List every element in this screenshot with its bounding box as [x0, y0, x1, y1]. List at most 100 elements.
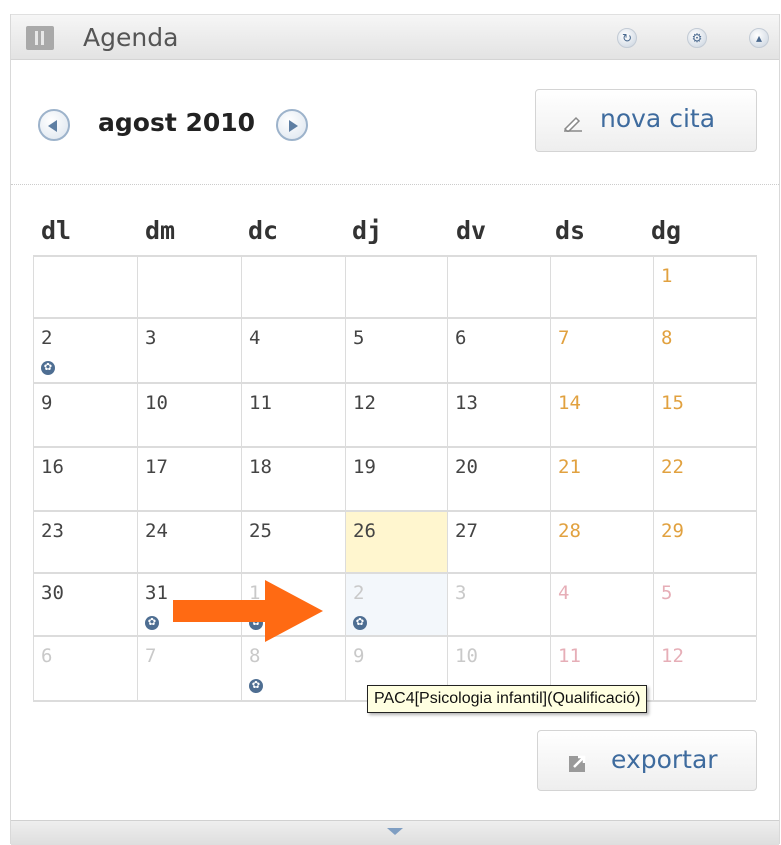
calendar-day[interactable]: 8	[653, 317, 756, 382]
grid-line-horizontal	[33, 317, 756, 319]
event-marker-icon[interactable]: ✿	[145, 616, 159, 630]
day-number: 13	[455, 392, 478, 414]
calendar-day[interactable]: 14	[550, 382, 653, 446]
calendar-day[interactable]: 25	[241, 510, 345, 572]
day-number: 28	[558, 520, 581, 542]
day-number: 12	[353, 392, 376, 414]
calendar-day[interactable]: 4	[241, 317, 345, 382]
calendar-day[interactable]: 30	[33, 572, 137, 635]
day-number: 11	[249, 392, 272, 414]
calendar-day[interactable]	[33, 255, 137, 317]
calendar-day[interactable]: 27	[447, 510, 550, 572]
calendar-day[interactable]	[550, 255, 653, 317]
day-number: 14	[558, 392, 581, 414]
event-marker-icon[interactable]: ✿	[353, 616, 367, 630]
weekday-header: ds	[555, 216, 586, 245]
calendar-day[interactable]	[447, 255, 550, 317]
grid-line-horizontal	[33, 572, 756, 574]
calendar-day[interactable]: 2 ✿	[33, 317, 137, 382]
grid-line-horizontal	[33, 382, 756, 384]
calendar-day[interactable]: 2 ✿	[345, 572, 447, 635]
day-number: 3	[455, 582, 467, 604]
grid-line-horizontal	[33, 635, 756, 637]
day-number: 5	[353, 327, 365, 349]
grid-line-vertical	[345, 255, 346, 700]
calendar-day[interactable]: 16	[33, 446, 137, 510]
day-number: 9	[353, 645, 365, 667]
calendar-day[interactable]	[137, 255, 241, 317]
weekday-header: dv	[456, 216, 487, 245]
calendar-day[interactable]: 29	[653, 510, 756, 572]
weekday-header: dm	[145, 216, 176, 245]
day-number: 18	[249, 456, 272, 478]
grid-line-vertical	[137, 255, 138, 700]
export-label: exportar	[611, 745, 718, 774]
calendar-day[interactable]: 9	[33, 382, 137, 446]
grid-line-horizontal	[33, 255, 756, 257]
chevron-down-icon[interactable]	[387, 828, 403, 835]
calendar-day[interactable]: 24	[137, 510, 241, 572]
grid-line-vertical	[447, 255, 448, 700]
calendar-day[interactable]: 23	[33, 510, 137, 572]
export-icon	[569, 755, 586, 772]
weekday-header: dg	[651, 216, 682, 245]
calendar-day[interactable]: 7	[137, 635, 241, 700]
calendar-day[interactable]: 19	[345, 446, 447, 510]
event-tooltip: PAC4[Psicologia infantil](Qualificació)	[367, 685, 648, 713]
day-number: 21	[558, 456, 581, 478]
day-number: 6	[41, 645, 53, 667]
calendar-day[interactable]: 13	[447, 382, 550, 446]
day-number: 9	[41, 392, 53, 414]
calendar-grid: dl dm dc dj dv ds dg 1 2 ✿ 3 4 5 6 7 8 9 10 11 12 13 14 15 16 17…	[11, 14, 779, 844]
widget-footer	[11, 820, 779, 845]
annotation-arrow-icon	[173, 580, 323, 642]
day-number: 5	[661, 582, 673, 604]
weekday-header: dl	[41, 216, 72, 245]
calendar-day[interactable]: 7	[550, 317, 653, 382]
calendar-day[interactable]	[241, 255, 345, 317]
weekday-header: dc	[248, 216, 279, 245]
calendar-day[interactable]: 6	[447, 317, 550, 382]
grid-line-horizontal	[33, 510, 756, 512]
day-number: 8	[661, 327, 673, 349]
calendar-day[interactable]: 11	[241, 382, 345, 446]
calendar-day[interactable]: 15	[653, 382, 756, 446]
grid-line-vertical	[550, 255, 551, 700]
calendar-day[interactable]: 10	[137, 382, 241, 446]
calendar-day-today[interactable]: 26	[345, 510, 447, 572]
day-number: 16	[41, 456, 64, 478]
calendar-day[interactable]: 18	[241, 446, 345, 510]
weekday-header: dj	[352, 216, 383, 245]
day-number: 24	[145, 520, 168, 542]
day-number: 31	[145, 582, 168, 604]
day-number: 23	[41, 520, 64, 542]
day-number: 10	[455, 645, 478, 667]
day-number: 7	[145, 645, 157, 667]
agenda-widget: Agenda ↻ ⚙ ▴ agost 2010 nova cita dl dm dc…	[10, 14, 780, 845]
calendar-day[interactable]: 17	[137, 446, 241, 510]
calendar-day[interactable]: 20	[447, 446, 550, 510]
event-marker-icon[interactable]: ✿	[249, 679, 263, 693]
calendar-day[interactable]: 12	[653, 635, 756, 700]
day-number: 7	[558, 327, 570, 349]
calendar-day[interactable]: 12	[345, 382, 447, 446]
calendar-day[interactable]: 6	[33, 635, 137, 700]
day-number: 19	[353, 456, 376, 478]
grid-line-vertical	[756, 255, 757, 700]
calendar-day[interactable]: 4	[550, 572, 653, 635]
calendar-day[interactable]: 5	[653, 572, 756, 635]
calendar-day[interactable]: 5	[345, 317, 447, 382]
calendar-day[interactable]: 21	[550, 446, 653, 510]
calendar-day[interactable]: 3	[137, 317, 241, 382]
calendar-day[interactable]: 22	[653, 446, 756, 510]
calendar-day[interactable]: 3	[447, 572, 550, 635]
event-marker-icon[interactable]: ✿	[41, 361, 55, 375]
day-number: 22	[661, 456, 684, 478]
day-number: 27	[455, 520, 478, 542]
calendar-day[interactable]	[345, 255, 447, 317]
export-button[interactable]: exportar	[537, 730, 757, 791]
calendar-day[interactable]: 8 ✿	[241, 635, 345, 700]
calendar-day[interactable]: 28	[550, 510, 653, 572]
day-number: 3	[145, 327, 157, 349]
calendar-day[interactable]: 1	[653, 255, 756, 317]
